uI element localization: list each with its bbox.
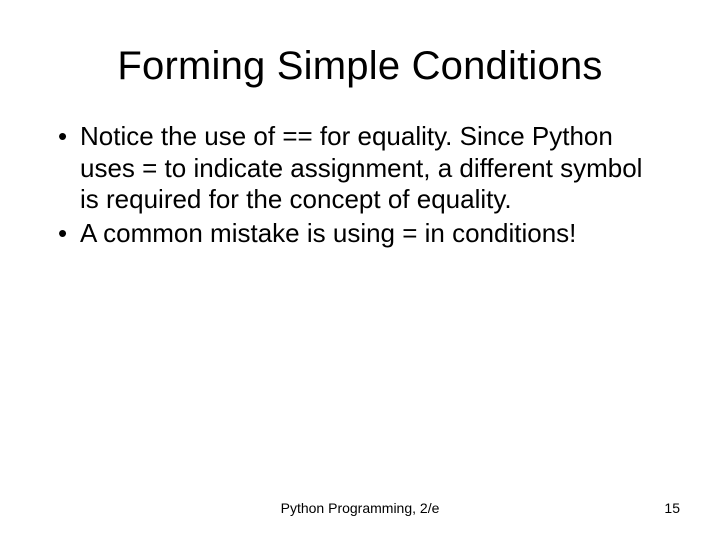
bullet-list: Notice the use of == for equality. Since… (54, 121, 666, 250)
bullet-item: Notice the use of == for equality. Since… (54, 121, 666, 216)
slide-title: Forming Simple Conditions (54, 44, 666, 89)
bullet-item: A common mistake is using = in condition… (54, 218, 666, 250)
slide: Forming Simple Conditions Notice the use… (0, 0, 720, 540)
page-number: 15 (664, 500, 680, 516)
footer-text: Python Programming, 2/e (0, 500, 720, 516)
